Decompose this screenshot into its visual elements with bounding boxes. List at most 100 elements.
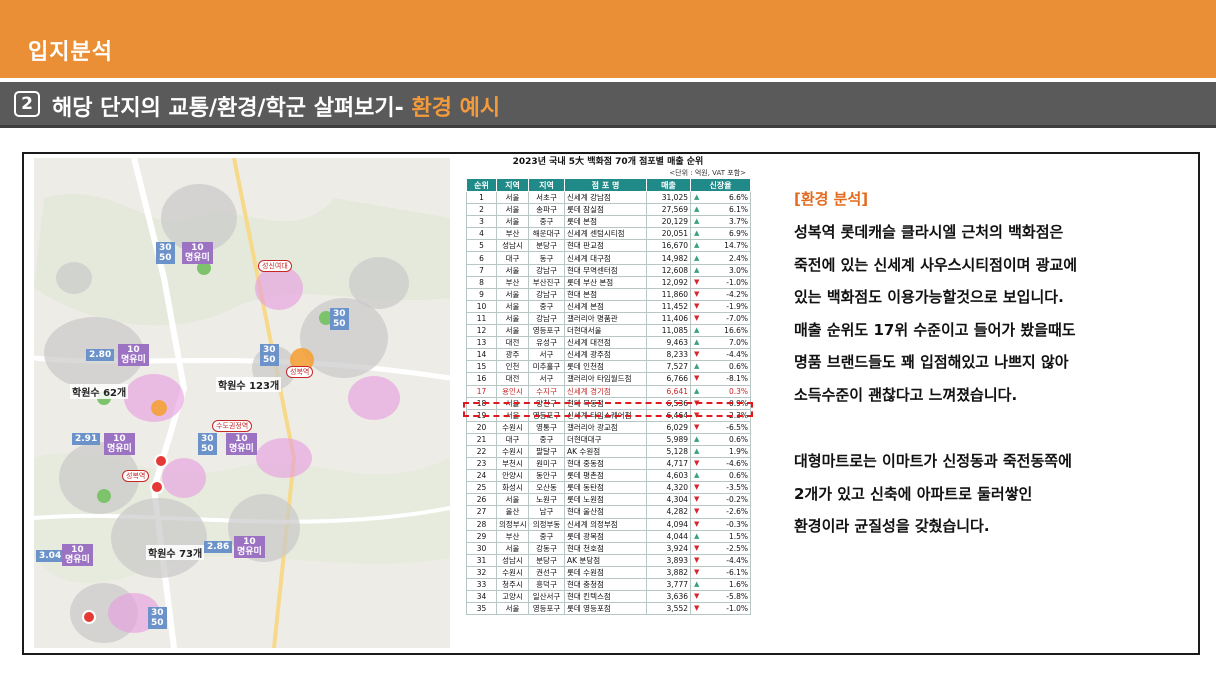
store-cell: 갤러리아 광교점: [564, 420, 647, 434]
growth-cell: ▲ 14.7%: [690, 239, 751, 253]
store-cell: 현대 킨텍스점: [564, 590, 647, 604]
ranking-row: 26 서울 노원구 롯데 노원점 4,304 ▼ -0.2%: [466, 493, 751, 507]
growth-value: -2.5%: [726, 543, 748, 553]
map-background: [34, 158, 450, 648]
growth-value: -1.9%: [726, 301, 748, 311]
store-cell: 롯데 부산 본점: [564, 275, 647, 289]
region-cell: 화성시: [496, 481, 529, 495]
growth-cell: ▼ -1.9%: [690, 299, 751, 313]
trend-down-icon: ▼: [694, 555, 700, 564]
region-cell: 서울: [496, 602, 529, 616]
growth-value: -6.5%: [726, 422, 748, 432]
trend-down-icon: ▼: [694, 398, 700, 407]
trend-down-icon: ▼: [694, 483, 700, 492]
district-cell: 강동구: [528, 541, 565, 555]
store-cell: 현대 판교점: [564, 239, 647, 253]
trend-up-icon: ▲: [694, 217, 700, 226]
region-cell: 대구: [496, 251, 529, 265]
rank-cell: 13: [466, 336, 497, 350]
ranking-row: 10 서울 중구 신세계 본점 11,452 ▼ -1.9%: [466, 299, 751, 313]
sales-cell: 5,128: [646, 444, 691, 459]
growth-cell: ▼ -0.2%: [690, 493, 751, 507]
section-title-highlight: 환경 예시: [411, 96, 501, 121]
growth-cell: ▲ 6.6%: [690, 190, 751, 205]
growth-cell: ▲ 0.6%: [690, 469, 751, 483]
map-tag-price: 2.80: [86, 349, 115, 361]
store-cell: AK 분당점: [564, 553, 647, 567]
column-header-region[interactable]: 지역: [496, 178, 529, 192]
station-marker: 성신여대: [258, 260, 292, 272]
column-header-district[interactable]: 지역: [528, 178, 565, 192]
trend-down-icon: ▼: [694, 313, 700, 322]
ranking-row: 14 광주 서구 신세계 광주점 8,233 ▼ -4.4%: [466, 348, 751, 362]
region-cell: 대전: [496, 336, 529, 350]
district-cell: 의정부동: [528, 517, 565, 531]
region-cell: 서울: [496, 396, 529, 410]
store-cell: 롯데 본점: [564, 215, 647, 229]
trend-down-icon: ▼: [694, 374, 700, 383]
column-header-sales[interactable]: 매출: [646, 178, 691, 192]
analysis-line: 있는 백화점도 이용가능할것으로 보입니다.: [794, 288, 1064, 306]
ranking-row: 23 부천시 원미구 현대 중동점 4,717 ▼ -4.6%: [466, 457, 751, 471]
growth-value: -1.0%: [726, 277, 748, 287]
rank-cell: 33: [466, 577, 497, 592]
sales-cell: 20,129: [646, 215, 691, 229]
trend-down-icon: ▼: [694, 507, 700, 516]
column-header-store[interactable]: 점 포 명: [564, 178, 647, 192]
growth-value: 1.6%: [728, 580, 748, 590]
growth-value: -4.6%: [726, 459, 748, 469]
rank-cell: 26: [466, 493, 497, 507]
ranking-row: 21 대구 중구 더현대대구 5,989 ▲ 0.6%: [466, 432, 751, 446]
map-tag-academy: 10 명유미: [62, 544, 93, 566]
ranking-row: 29 부산 중구 롯데 광복점 4,044 ▲ 1.5%: [466, 529, 751, 543]
growth-value: -2.6%: [726, 507, 748, 517]
rank-cell: 14: [466, 348, 497, 362]
district-cell: 중구: [528, 529, 565, 543]
store-cell: 갤러리아 타임월드점: [564, 372, 647, 386]
growth-cell: ▲ 0.6%: [690, 432, 751, 446]
rank-cell: 6: [466, 251, 497, 265]
column-header-rank[interactable]: 순위: [466, 178, 497, 192]
store-cell: 롯데 잠실점: [564, 203, 647, 217]
store-cell: 신세계 광주점: [564, 348, 647, 362]
growth-value: 6.6%: [728, 193, 748, 203]
store-cell: 롯데 인천점: [564, 360, 647, 374]
trend-up-icon: ▲: [694, 253, 700, 262]
region-cell: 서울: [496, 324, 529, 338]
region-cell: 서울: [496, 215, 529, 229]
region-cell: 서울: [496, 299, 529, 313]
growth-value: -0.2%: [726, 495, 748, 505]
growth-cell: ▲ 3.7%: [690, 215, 751, 229]
region-cell: 대구: [496, 432, 529, 446]
analysis-line: 소득수준이 괜찮다고 느껴졌습니다.: [794, 385, 1018, 404]
trend-down-icon: ▼: [694, 495, 700, 504]
sales-cell: 20,051: [646, 227, 691, 241]
academy-count-label: 학원수 62개: [70, 384, 129, 399]
map-tag-price: 30 50: [260, 344, 279, 366]
growth-cell: ▼ -3.5%: [690, 481, 751, 495]
growth-cell: ▲ 6.9%: [690, 227, 751, 241]
ranking-row: 30 서울 강동구 현대 천호점 3,924 ▼ -2.5%: [466, 541, 751, 555]
district-cell: 양천구: [528, 396, 565, 410]
ranking-row: 34 고양시 일산서구 현대 킨텍스점 3,636 ▼ -5.8%: [466, 590, 751, 604]
trend-up-icon: ▲: [694, 386, 700, 395]
growth-value: -4.4%: [726, 350, 748, 360]
sales-cell: 3,636: [646, 590, 691, 604]
sales-cell: 12,092: [646, 275, 691, 289]
growth-value: 3.0%: [728, 265, 748, 275]
growth-value: 0.6%: [728, 362, 748, 372]
page-title: 입지분석: [28, 40, 113, 65]
sales-cell: 14,982: [646, 251, 691, 265]
store-cell: 신세계 대전점: [564, 336, 647, 350]
region-cell: 고양시: [496, 590, 529, 604]
district-cell: 흥덕구: [528, 577, 565, 592]
analysis-heading: [환경 분석]: [794, 190, 869, 208]
column-header-growth[interactable]: 신장율: [690, 178, 751, 192]
growth-cell: ▲ 3.0%: [690, 263, 751, 277]
map-tag-price: 2.91: [72, 433, 101, 445]
ranking-row: 25 화성시 오산동 롯데 동탄점 4,320 ▼ -3.5%: [466, 481, 751, 495]
store-cell: 신세계 경기점: [564, 384, 647, 398]
sales-cell: 3,924: [646, 541, 691, 555]
district-cell: 영등포구: [528, 408, 565, 422]
